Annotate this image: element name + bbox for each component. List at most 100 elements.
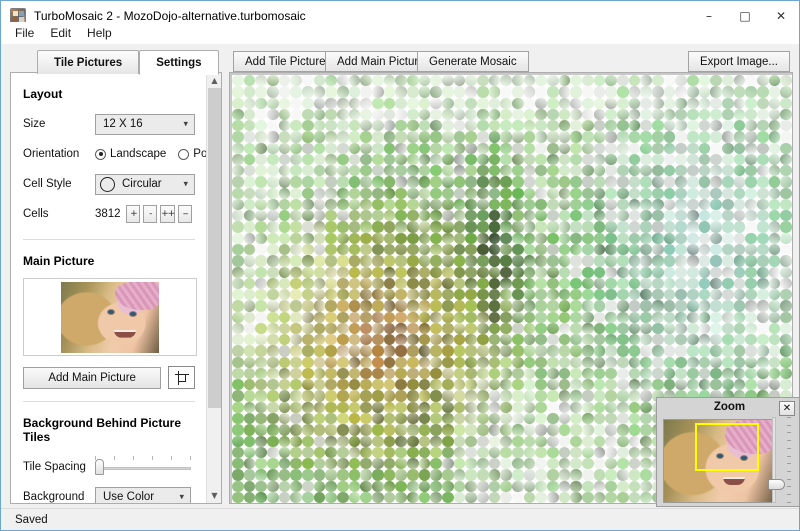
mosaic-tile [453,412,466,425]
menu-item-edit[interactable]: Edit [42,24,79,42]
mosaic-tile [582,221,594,233]
scroll-down-icon[interactable]: ▼ [207,488,221,503]
mosaic-tile [582,120,594,132]
mosaic-tile [232,232,244,244]
mosaic-tile [710,75,722,87]
mosaic-tile [477,187,489,199]
cells-decrement-large-button[interactable]: -- [178,205,193,223]
mosaic-tile [313,165,326,177]
mosaic-tile [488,108,501,121]
add-main-picture-sidebar-label: Add Main Picture [48,371,136,384]
mosaic-tile [477,142,489,154]
mosaic-tile [663,131,676,143]
mosaic-tile [243,458,256,470]
mosaic-tile [453,153,466,166]
mosaic-tile [477,210,489,222]
mosaic-tile [337,435,349,447]
zoom-panel[interactable]: Zoom ✕ [656,397,799,507]
radio-portrait[interactable] [178,148,190,160]
cells-increment-button[interactable]: + [126,205,141,223]
mosaic-tile [710,255,722,267]
add-main-picture-sidebar-button[interactable]: Add Main Picture [23,366,162,389]
mosaic-tile [290,153,302,166]
slider-thumb[interactable] [95,459,104,475]
mosaic-tile [442,142,454,154]
cells-increment-large-button[interactable]: ++ [160,205,175,223]
mosaic-tile [593,356,606,368]
zoom-level-slider[interactable] [766,417,792,503]
zoom-selection-rect[interactable] [695,423,759,471]
mosaic-tile [348,480,361,492]
mosaic-tile [558,210,571,222]
main-picture-preview[interactable] [23,278,197,356]
zoom-close-button[interactable]: ✕ [779,401,795,416]
mosaic-tile [337,367,349,380]
mosaic-tile [243,412,256,425]
generate-mosaic-button[interactable]: Generate Mosaic [417,51,529,72]
mosaic-tile [465,187,477,199]
mosaic-tile [780,176,792,188]
mosaic-tile [768,232,781,244]
mosaic-tile [430,232,442,244]
mosaic-tile [430,75,442,87]
size-select[interactable]: 12 X 16 ▾ [95,113,195,135]
tab-settings[interactable]: Settings [139,50,219,75]
mosaic-tile [442,311,454,323]
scroll-up-icon[interactable]: ▲ [207,73,221,88]
mosaic-tile [383,289,396,301]
mosaic-tile [442,198,454,211]
mosaic-tile [360,311,372,323]
mosaic-tile [745,120,757,132]
mosaic-tile [500,86,512,98]
mosaic-tile [733,75,746,87]
mosaic-tile [267,491,279,503]
cell-style-value: Circular [122,178,162,190]
mosaic-tile [652,289,664,301]
export-image-button[interactable]: Export Image... [688,51,790,72]
mosaic-tile [290,187,302,199]
crop-button[interactable] [168,366,195,389]
mosaic-tile [337,108,349,121]
background-select[interactable]: Use Color ▾ [95,486,191,503]
cell-style-label: Cell Style [23,178,72,190]
mosaic-tile [722,176,734,188]
scrollbar-thumb[interactable] [208,88,221,408]
cells-decrement-button[interactable]: - [143,205,158,223]
mosaic-tile [500,176,512,188]
mosaic-tile [698,322,711,335]
mosaic-tile [313,356,326,368]
mosaic-tile [395,221,407,233]
mosaic-tile [243,142,256,154]
mosaic-tile [593,165,606,177]
mosaic-tile [745,300,757,312]
mosaic-tile [652,300,664,312]
mosaic-tile [640,300,652,312]
mosaic-tile [477,300,489,312]
menu-item-help[interactable]: Help [79,24,120,42]
mosaic-tile [733,131,746,143]
mosaic-tile [267,446,279,459]
zoom-preview[interactable] [663,419,773,503]
mosaic-tile [477,334,489,346]
zoom-slider-thumb[interactable] [768,479,785,490]
mosaic-tile [243,367,256,380]
mosaic-tile [768,243,781,256]
mosaic-tile [582,401,594,413]
mosaic-tile [267,289,279,301]
mosaic-tile [372,86,384,98]
mosaic-tile [442,390,454,402]
settings-scrollbar[interactable]: ▲ ▼ [206,73,221,503]
cell-style-select[interactable]: Circular ▾ [95,173,195,195]
mosaic-tile [232,165,244,177]
mosaic-tile [652,322,664,335]
mosaic-tile [500,412,512,425]
tile-spacing-slider[interactable] [95,456,191,475]
mosaic-tile [372,379,384,391]
mosaic-tile [360,142,372,154]
mosaic-tile [255,480,267,492]
menu-item-file[interactable]: File [7,24,42,42]
mosaic-tile [722,120,734,132]
mosaic-tile [407,322,419,335]
radio-landscape[interactable] [95,148,106,160]
tab-tile-pictures[interactable]: Tile Pictures [37,50,140,74]
